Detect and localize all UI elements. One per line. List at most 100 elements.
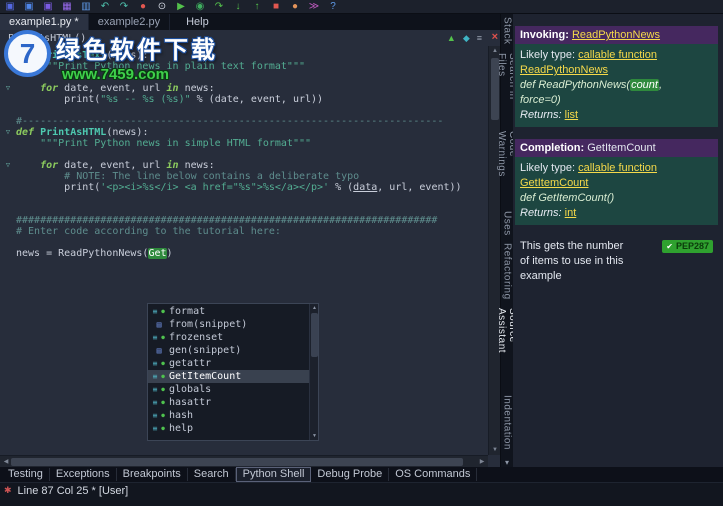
horizontal-scrollbar-thumb[interactable] — [11, 458, 463, 466]
code-token: in — [166, 83, 179, 94]
editor-header-icons: ▲ ◆ ≡ — [447, 33, 482, 44]
assistant-line: Likely type: callable function — [520, 161, 713, 176]
bottom-tab-exceptions[interactable]: Exceptions — [50, 468, 117, 481]
code-line: print("%s -- %s (%s)" % (date, event, ur… — [0, 94, 488, 105]
undo-icon[interactable]: ↶ — [99, 1, 111, 13]
scroll-down-icon[interactable]: ▼ — [310, 433, 319, 439]
completion-item-frozenset[interactable]: ≡ ● frozenset — [148, 331, 309, 344]
completion-item-getattr[interactable]: ≡ ● getattr — [148, 357, 309, 370]
assistant-link[interactable]: ReadPythonNews — [520, 64, 608, 76]
assistant-line: Likely type: callable function — [520, 48, 713, 63]
completion-label: GetItemCount — [169, 371, 242, 382]
assistant-text: This gets the number — [520, 240, 624, 252]
editor-tab-example2-py[interactable]: example2.py — [89, 14, 171, 30]
bottom-tab-testing[interactable]: Testing — [2, 468, 50, 481]
fold-toggle-icon[interactable]: ▽ — [0, 127, 16, 138]
bottom-tab-breakpoints[interactable]: Breakpoints — [117, 468, 188, 481]
code-token: "%s -- %s (%s)" — [100, 94, 191, 105]
search-icon[interactable]: ⊙ — [156, 1, 168, 13]
completion-item-getitemcount[interactable]: ≡ ● GetItemCount — [148, 370, 309, 383]
assistant-link[interactable]: callable function — [578, 162, 657, 174]
panel-tab-indentation[interactable]: Indentation — [502, 395, 513, 450]
bottom-tab-python-shell[interactable]: Python Shell — [235, 467, 312, 482]
code-token: date, event, url — [58, 83, 167, 94]
bottom-tab-search[interactable]: Search — [188, 468, 236, 481]
python-shell-icon[interactable]: ≫ — [308, 1, 320, 13]
editor-tabs: example1.py * example2.py — [0, 14, 171, 30]
assistant-line: Invoking: ReadPythonNews — [520, 28, 713, 42]
chevron-down-icon[interactable]: ▾ — [505, 458, 509, 467]
record-macro-icon[interactable]: ● — [137, 1, 149, 13]
code-token: def — [16, 127, 41, 138]
gutter-cell — [0, 182, 16, 193]
fold-toggle-icon[interactable]: ▽ — [0, 160, 16, 171]
completion-item-format[interactable]: ≡ ● format — [148, 305, 309, 318]
run-icon[interactable]: ▶ — [175, 1, 187, 13]
save-icon[interactable]: ▣ — [42, 1, 54, 13]
completion-item-help[interactable]: ≡ ● help — [148, 422, 309, 435]
code-token: (news): — [106, 50, 149, 61]
new-file-icon[interactable]: ▣ — [4, 1, 16, 13]
horizontal-scrollbar[interactable]: ◀ ▶ — [0, 455, 488, 467]
assistant-link[interactable]: GetItemCount — [520, 177, 588, 189]
assistant-link[interactable]: ReadPythonNews — [572, 29, 660, 41]
panel-tab-stack[interactable]: Stack — [502, 17, 513, 45]
completion-item-from-snippet[interactable]: ▤ from(snippet) — [148, 318, 309, 331]
bottom-tab-debug-probe[interactable]: Debug Probe — [311, 468, 390, 481]
step-over-icon[interactable]: ↷ — [213, 1, 225, 13]
editor-menu-icon[interactable]: ≡ — [477, 33, 482, 44]
close-editor-icon[interactable]: × — [492, 31, 498, 43]
callable-icon: ≡ — [152, 359, 158, 368]
code-line: ▽ for date, event, url in news: — [0, 83, 488, 94]
assistant-link[interactable]: callable function — [578, 49, 657, 61]
panel-tab-refactoring[interactable]: Refactoring — [502, 243, 513, 300]
callable-dot-icon: ● — [161, 399, 165, 406]
scroll-right-icon[interactable]: ▶ — [476, 457, 488, 467]
callable-dot-icon: ● — [161, 425, 165, 432]
code-line: ▽ for date, event, url in news: — [0, 160, 488, 171]
editor-tab-example1-py[interactable]: example1.py * — [0, 14, 89, 30]
stop-icon[interactable]: ■ — [270, 1, 282, 13]
callable-dot-icon: ● — [161, 308, 165, 315]
completion-item-globals[interactable]: ≡ ● globals — [148, 383, 309, 396]
save-all-icon[interactable]: ▦ — [61, 1, 73, 13]
completion-label: help — [169, 423, 194, 434]
scope-breadcrumb[interactable]: PrintAsHTML() — [8, 33, 86, 44]
completion-scrollbar[interactable]: ▲ ▼ — [309, 304, 318, 440]
open-file-icon[interactable]: ▣ — [23, 1, 35, 13]
code-line: #---------------------------------------… — [0, 116, 488, 127]
code-token: #---------------------------------------… — [16, 116, 444, 127]
step-out-icon[interactable]: ↑ — [251, 1, 263, 13]
gutter-cell — [0, 204, 16, 215]
bookmark-icon[interactable]: ◆ — [463, 33, 470, 44]
debug-icon[interactable]: ◉ — [194, 1, 206, 13]
assistant-text: of items to use in this — [520, 255, 624, 267]
fold-toggle-icon[interactable]: ▽ — [0, 50, 16, 61]
goto-definition-icon[interactable]: ▲ — [447, 33, 456, 44]
assistant-text: example — [520, 270, 562, 282]
assistant-link[interactable]: list — [565, 109, 578, 121]
scroll-up-icon[interactable]: ▲ — [310, 305, 319, 311]
gutter-cell — [0, 215, 16, 226]
code-line: """Print Python news in simple HTML form… — [0, 138, 488, 149]
help-icon[interactable]: ? — [327, 1, 339, 13]
print-icon[interactable]: ▥ — [80, 1, 92, 13]
code-line: ########################################… — [0, 215, 488, 226]
callable-dot-icon: ● — [161, 412, 165, 419]
assistant-body: Likely type: callable function ReadPython… — [515, 44, 718, 127]
breakpoint-icon[interactable]: ● — [289, 1, 301, 13]
fold-toggle-icon[interactable]: ▽ — [0, 83, 16, 94]
editor-header: PrintAsHTML() ▲ ◆ ≡ — [0, 30, 500, 46]
completion-item-hash[interactable]: ≡ ● hash — [148, 409, 309, 422]
pep287-badge[interactable]: ✔ PEP287 — [662, 240, 713, 253]
completion-item-hasattr[interactable]: ≡ ● hasattr — [148, 396, 309, 409]
assistant-text: Likely type: — [520, 49, 579, 61]
assistant-link[interactable]: int — [565, 207, 577, 219]
menu-help[interactable]: Help — [180, 14, 215, 30]
panel-tab-uses[interactable]: Uses — [502, 211, 513, 236]
bottom-tab-os-commands[interactable]: OS Commands — [389, 468, 478, 481]
redo-icon[interactable]: ↷ — [118, 1, 130, 13]
completion-item-gen-snippet[interactable]: ▤ gen(snippet) — [148, 344, 309, 357]
completion-scrollbar-thumb[interactable] — [311, 313, 318, 357]
step-into-icon[interactable]: ↓ — [232, 1, 244, 13]
